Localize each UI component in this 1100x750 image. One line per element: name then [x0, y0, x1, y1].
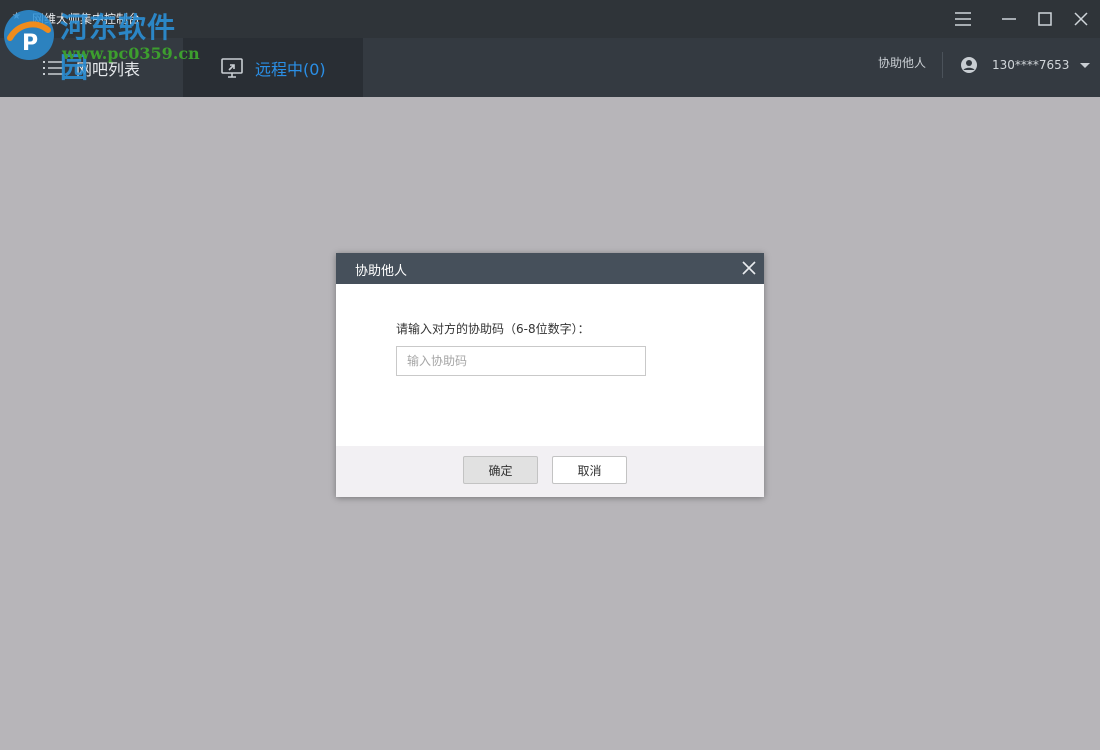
list-icon [43, 60, 63, 75]
dialog-footer: 确定 取消 [336, 446, 764, 497]
confirm-button[interactable]: 确定 [463, 456, 538, 484]
tab-label: 远程中(0) [255, 59, 326, 79]
maximize-icon[interactable] [1034, 8, 1056, 30]
tab-remote[interactable]: 远程中(0) [183, 38, 363, 97]
window-title: 网维大师集中控制台 [32, 12, 141, 26]
menu-icon[interactable] [952, 8, 974, 30]
user-icon [961, 57, 977, 73]
assist-code-input[interactable] [396, 346, 646, 376]
assist-code-prompt: 请输入对方的协助码（6-8位数字）： [396, 322, 590, 336]
title-bar: ★ 网维大师集中控制台 [0, 0, 1100, 38]
remote-desktop-icon [221, 57, 243, 78]
user-menu[interactable]: 130****7653 [960, 52, 1091, 78]
dialog-close-icon[interactable] [738, 257, 760, 279]
assist-dialog: 协助他人 请输入对方的协助码（6-8位数字）： 确定 取消 [336, 253, 764, 497]
cancel-button[interactable]: 取消 [552, 456, 627, 484]
dialog-title: 协助他人 [355, 264, 408, 279]
tab-label: 网吧列表 [76, 59, 141, 79]
assist-others-link[interactable]: 协助他人 [878, 54, 926, 71]
tab-cafe-list[interactable]: 网吧列表 [0, 38, 183, 97]
nav-divider [942, 52, 943, 78]
dialog-header: 协助他人 [336, 253, 764, 284]
user-phone: 130****7653 [992, 58, 1070, 72]
chevron-down-icon [1080, 63, 1091, 68]
app-icon: ★ [12, 11, 21, 22]
minimize-icon[interactable] [998, 8, 1020, 30]
nav-bar: 网吧列表 远程中(0) 协助他人 130****7653 [0, 38, 1100, 97]
close-icon[interactable] [1070, 8, 1092, 30]
